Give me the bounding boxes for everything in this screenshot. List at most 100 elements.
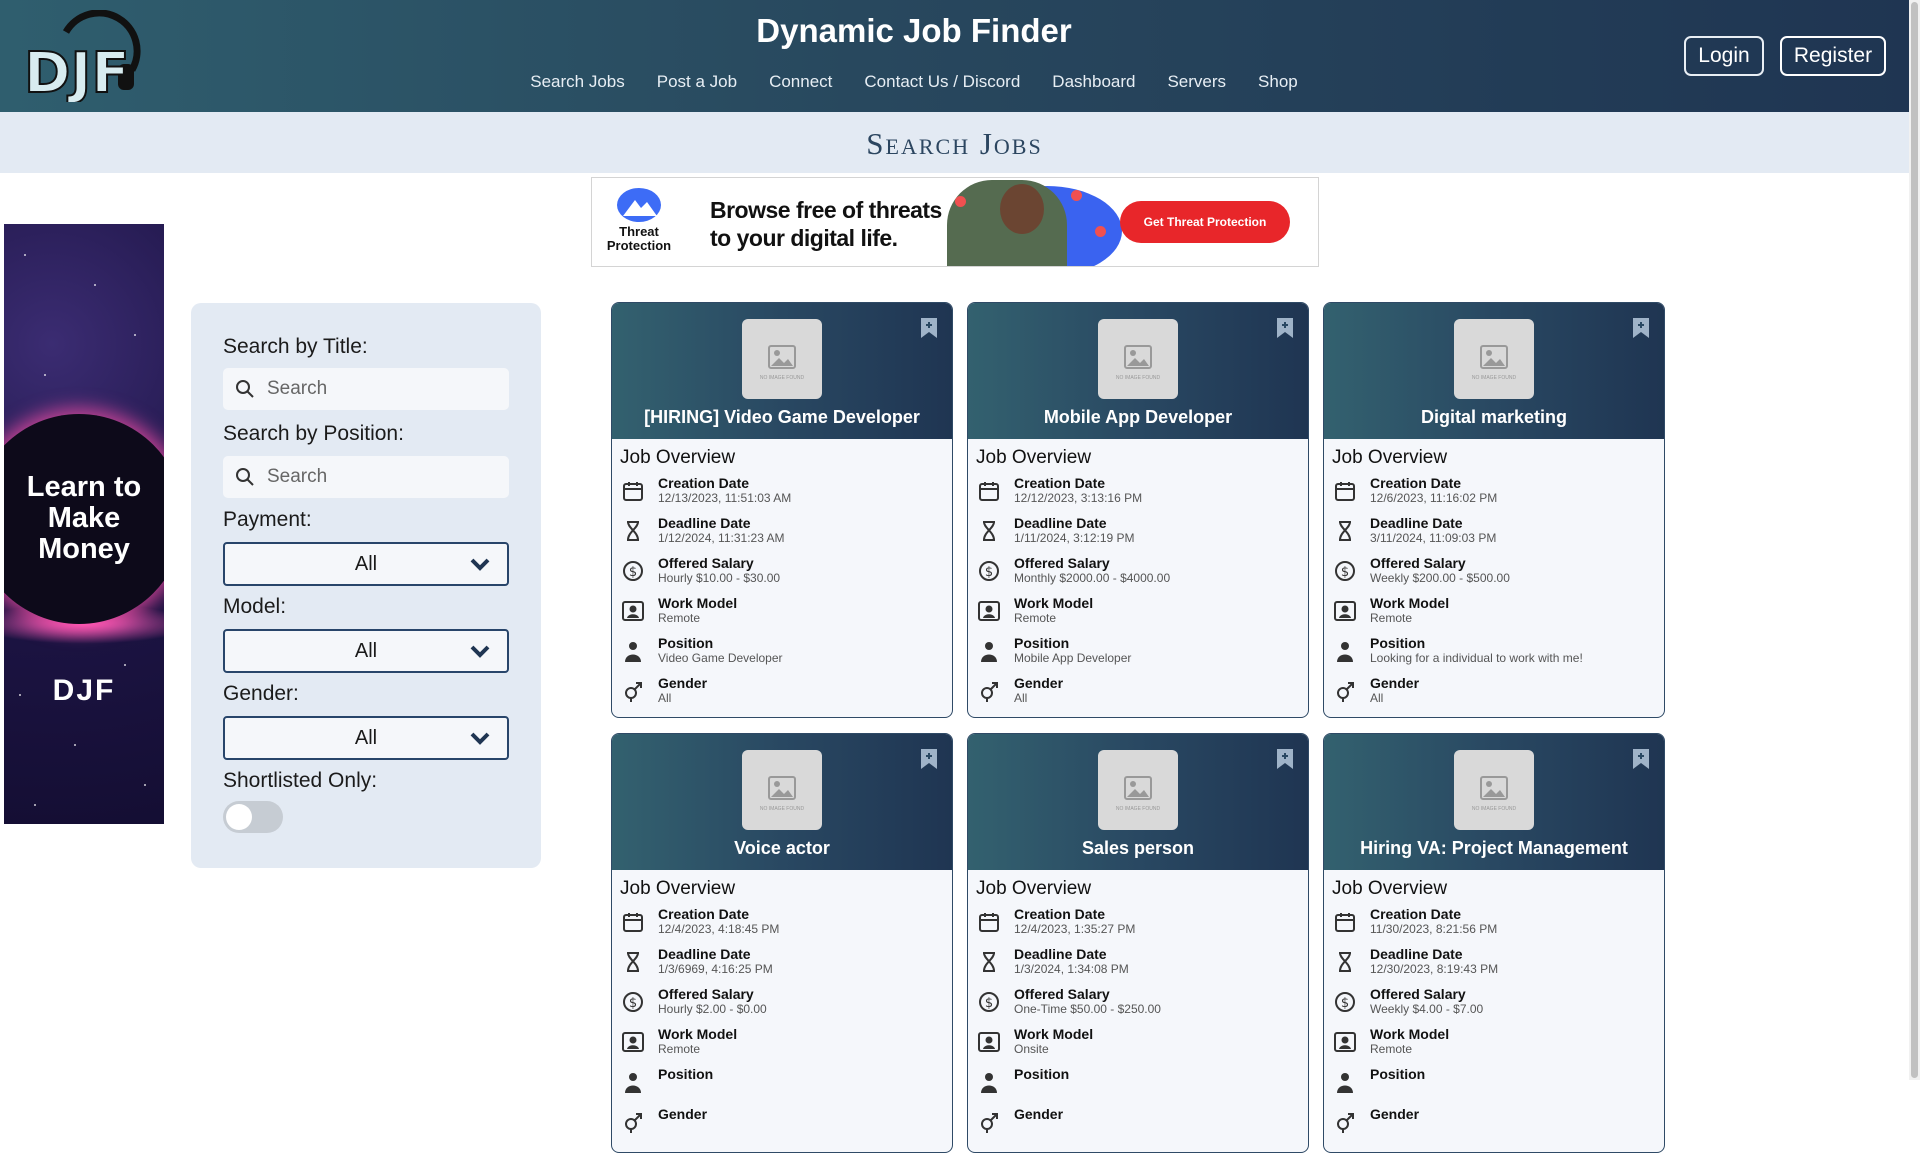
chevron-down-icon [470, 732, 490, 745]
register-button[interactable]: Register [1780, 36, 1886, 76]
gender-row: Gender [1332, 1107, 1656, 1147]
job-card[interactable]: NO IMAGE FOUND Sales person Job Overview… [967, 733, 1309, 1153]
nav-connect[interactable]: Connect [769, 72, 832, 92]
calendar-icon [979, 913, 999, 932]
work-model-label: Work Model [1014, 595, 1094, 611]
job-card[interactable]: NO IMAGE FOUND Hiring VA: Project Manage… [1323, 733, 1665, 1153]
top-ad-banner[interactable]: Threat Protection Browse free of threats… [591, 177, 1319, 267]
job-title: Hiring VA: Project Management [1360, 838, 1628, 858]
bookmark-icon[interactable] [920, 748, 938, 770]
gender-select[interactable]: All [223, 716, 509, 760]
side-ad-line2: Make [47, 502, 121, 534]
no-image-text: NO IMAGE FOUND [759, 806, 805, 812]
job-card[interactable]: NO IMAGE FOUND Mobile App Developer Job … [967, 302, 1309, 718]
payment-select[interactable]: All [223, 542, 509, 586]
bookmark-icon[interactable] [920, 317, 938, 339]
job-card-body: Job Overview Creation Date 12/4/2023, 4:1… [612, 870, 952, 1147]
filter-panel: Search by Title: Search Search by Positi… [191, 303, 541, 868]
nav-shop[interactable]: Shop [1258, 72, 1298, 92]
creation-date-row: Creation Date 12/6/2023, 11:16:02 PM [1332, 476, 1656, 516]
job-card-body: Job Overview Creation Date 12/4/2023, 1:3… [968, 870, 1308, 1147]
toggle-knob [226, 804, 252, 830]
ad-dot [1095, 226, 1106, 237]
calendar-icon [623, 482, 643, 501]
bookmark-icon[interactable] [1632, 748, 1650, 770]
creation-label: Creation Date [658, 906, 750, 922]
work-model-row: Work Model Onsite [976, 1027, 1300, 1067]
job-overview-heading: Job Overview [976, 447, 1092, 468]
position-row: Position Looking for a individual to work… [1332, 636, 1656, 676]
user-badge-icon [1334, 601, 1356, 621]
payment-label: Payment: [223, 508, 312, 531]
job-card[interactable]: NO IMAGE FOUND Digital marketing Job Ove… [1323, 302, 1665, 718]
salary-label: Offered Salary [1370, 555, 1466, 571]
gender-row: Gender All [976, 676, 1300, 716]
work-model-row: Work Model Remote [620, 1027, 944, 1067]
shortlisted-toggle[interactable] [223, 801, 283, 833]
work-model-row: Work Model Remote [1332, 1027, 1656, 1067]
model-select[interactable]: All [223, 629, 509, 673]
nav-dashboard[interactable]: Dashboard [1052, 72, 1135, 92]
page-heading-bar: Search Jobs [0, 112, 1909, 173]
side-ad-banner[interactable]: Learn to Make Money DJF [4, 224, 164, 824]
job-overview-heading: Job Overview [620, 447, 736, 468]
site-title: Dynamic Job Finder [756, 12, 1072, 49]
gender-select-value: All [354, 726, 378, 749]
bookmark-icon[interactable] [1632, 317, 1650, 339]
person-icon [625, 642, 641, 662]
position-value: Mobile App Developer [1014, 651, 1132, 665]
nav-contact-discord[interactable]: Contact Us / Discord [864, 72, 1020, 92]
main-nav: Search Jobs Post a Job Connect Contact U… [0, 72, 1828, 92]
dollar-circle-icon: $ [623, 992, 643, 1012]
side-ad-line3: Money [38, 533, 130, 565]
creation-value: 11/30/2023, 8:21:56 PM [1370, 922, 1498, 936]
bookmark-icon[interactable] [1276, 748, 1294, 770]
gender-label: Gender: [223, 682, 299, 705]
creation-value: 12/4/2023, 4:18:45 PM [658, 922, 780, 936]
job-image-placeholder: NO IMAGE FOUND [1098, 750, 1178, 830]
deadline-label: Deadline Date [658, 515, 751, 531]
scrollbar-thumb[interactable] [1911, 2, 1918, 1078]
ad-cta-button[interactable]: Get Threat Protection [1120, 201, 1290, 243]
user-badge-icon [622, 601, 644, 621]
dollar-circle-icon: $ [1335, 561, 1355, 581]
dollar-circle-icon: $ [979, 561, 999, 581]
user-badge-icon [622, 1032, 644, 1052]
gender-icon [981, 682, 998, 702]
shortlisted-label: Shortlisted Only: [223, 769, 378, 792]
job-overview-heading: Job Overview [1332, 878, 1448, 899]
salary-row: $ Offered Salary Weekly $4.00 - $7.00 [1332, 987, 1656, 1027]
person-icon [981, 1073, 997, 1093]
salary-label: Offered Salary [1014, 986, 1110, 1002]
job-card-body: Job Overview Creation Date 12/12/2023, 3:… [968, 439, 1308, 716]
bookmark-icon[interactable] [1276, 317, 1294, 339]
search-icon [236, 380, 254, 398]
salary-value: Weekly $4.00 - $7.00 [1370, 1002, 1484, 1016]
hourglass-icon [983, 521, 995, 541]
deadline-label: Deadline Date [658, 946, 751, 962]
page-scrollbar[interactable] [1909, 0, 1920, 1080]
creation-value: 12/6/2023, 11:16:02 PM [1370, 491, 1498, 505]
image-placeholder-icon [1480, 345, 1508, 369]
job-card[interactable]: NO IMAGE FOUND Voice actor Job Overview … [611, 733, 953, 1153]
gender-value: All [1370, 691, 1384, 705]
title-search-input[interactable]: Search [223, 368, 509, 410]
creation-label: Creation Date [658, 475, 750, 491]
job-title: Sales person [1081, 838, 1195, 858]
no-image-text: NO IMAGE FOUND [1471, 375, 1517, 381]
deadline-value: 12/30/2023, 8:19:43 PM [1370, 962, 1499, 976]
deadline-label: Deadline Date [1014, 946, 1107, 962]
nav-search-jobs[interactable]: Search Jobs [530, 72, 625, 92]
gender-icon [981, 1113, 998, 1133]
nav-post-a-job[interactable]: Post a Job [657, 72, 737, 92]
job-overview-heading: Job Overview [976, 878, 1092, 899]
login-button[interactable]: Login [1684, 36, 1764, 76]
nav-servers[interactable]: Servers [1167, 72, 1226, 92]
salary-row: $ Offered Salary Hourly $10.00 - $30.00 [620, 556, 944, 596]
job-card[interactable]: NO IMAGE FOUND [HIRING] Video Game Devel… [611, 302, 953, 718]
position-search-label: Search by Position: [223, 422, 404, 445]
salary-label: Offered Salary [658, 555, 754, 571]
position-search-input[interactable]: Search [223, 456, 509, 498]
calendar-icon [979, 482, 999, 501]
deadline-value: 1/12/2024, 11:31:23 AM [658, 531, 785, 545]
